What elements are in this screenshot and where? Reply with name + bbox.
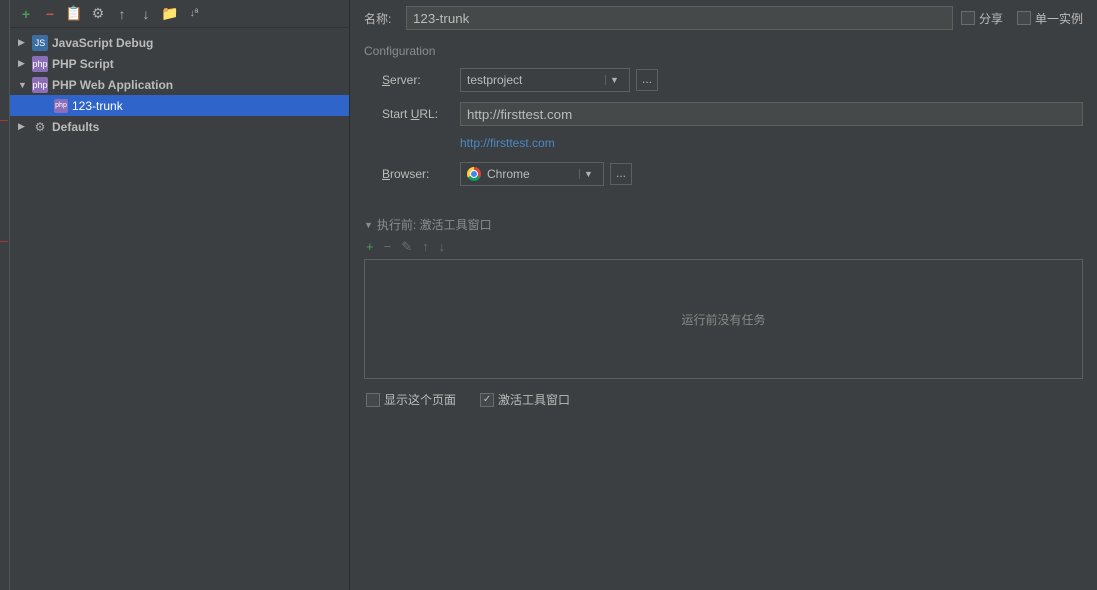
starturl-input[interactable] xyxy=(460,102,1083,126)
starturl-label: Start URL: xyxy=(382,107,460,121)
chevron-down-icon: ▼ xyxy=(605,75,623,85)
add-task-button[interactable]: + xyxy=(366,239,374,255)
collapse-arrow-icon: ▼ xyxy=(18,80,32,90)
share-checkbox[interactable]: 分享 xyxy=(961,10,1003,27)
before-launch-section: ▼ 执行前: 激活工具窗口 + − ✎ ↑ ↓ 运行前没有任务 显示这个页面 激… xyxy=(364,216,1083,408)
before-launch-header[interactable]: ▼ 执行前: 激活工具窗口 xyxy=(364,216,1083,233)
tree-item-js-debug[interactable]: ▶ JS JavaScript Debug xyxy=(10,32,349,53)
tree-toolbar: + − 📋 ⚙ ↑ ↓ 📁 ↓ª xyxy=(10,0,349,28)
config-editor-panel: 名称: 分享 单一实例 Configuration Server: testpr… xyxy=(350,0,1097,590)
sort-button[interactable]: ↓ª xyxy=(186,6,202,22)
tree-item-php-web-app[interactable]: ▼ php PHP Web Application xyxy=(10,74,349,95)
name-input[interactable] xyxy=(406,6,953,30)
gutter-mark xyxy=(0,120,8,121)
activate-window-label: 激活工具窗口 xyxy=(498,391,570,408)
settings-button[interactable]: ⚙ xyxy=(90,6,106,22)
show-page-label: 显示这个页面 xyxy=(384,391,456,408)
checkbox-icon xyxy=(1017,11,1031,25)
remove-config-button[interactable]: − xyxy=(42,6,58,22)
editor-gutter xyxy=(0,0,10,590)
browser-row: Browser: Chrome ▼ ... xyxy=(364,162,1083,186)
move-task-up-button[interactable]: ↑ xyxy=(422,239,429,255)
configuration-section-title: Configuration xyxy=(364,44,1083,58)
tree-item-php-script[interactable]: ▶ php PHP Script xyxy=(10,53,349,74)
gear-icon: ⚙ xyxy=(32,119,48,135)
tree-item-defaults[interactable]: ▶ ⚙ Defaults xyxy=(10,116,349,137)
tree-label: PHP Web Application xyxy=(52,78,173,92)
single-instance-checkbox[interactable]: 单一实例 xyxy=(1017,10,1083,27)
top-checks: 分享 单一实例 xyxy=(961,10,1083,27)
share-label: 分享 xyxy=(979,10,1003,27)
js-icon: JS xyxy=(32,35,48,51)
folder-button[interactable]: 📁 xyxy=(162,6,178,22)
browser-browse-button[interactable]: ... xyxy=(610,163,632,185)
name-row: 名称: 分享 单一实例 xyxy=(364,6,1083,30)
browser-select[interactable]: Chrome ▼ xyxy=(460,162,604,186)
php-icon: php xyxy=(54,99,68,113)
expand-arrow-icon: ▶ xyxy=(18,121,32,132)
tree-item-123-trunk[interactable]: php 123-trunk xyxy=(10,95,349,116)
show-page-checkbox[interactable]: 显示这个页面 xyxy=(366,391,456,408)
single-label: 单一实例 xyxy=(1035,10,1083,27)
checkbox-checked-icon xyxy=(480,393,494,407)
server-row: Server: testproject ▼ ... xyxy=(364,68,1083,92)
before-launch-title: 执行前: 激活工具窗口 xyxy=(377,216,492,233)
add-config-button[interactable]: + xyxy=(18,6,34,22)
expand-arrow-icon: ▶ xyxy=(18,58,32,69)
gutter-mark xyxy=(0,241,8,242)
server-label: Server: xyxy=(382,73,460,87)
edit-task-button[interactable]: ✎ xyxy=(401,239,412,255)
chrome-icon xyxy=(467,167,481,181)
move-up-button[interactable]: ↑ xyxy=(114,6,130,22)
move-task-down-button[interactable]: ↓ xyxy=(439,239,446,255)
empty-tasks-label: 运行前没有任务 xyxy=(681,311,765,328)
php-icon: php xyxy=(32,77,48,93)
copy-config-button[interactable]: 📋 xyxy=(66,6,82,22)
expand-arrow-icon: ▶ xyxy=(18,37,32,48)
tree-label: Defaults xyxy=(52,120,99,134)
server-select[interactable]: testproject ▼ xyxy=(460,68,630,92)
server-value: testproject xyxy=(467,73,522,87)
config-tree: ▶ JS JavaScript Debug ▶ php PHP Script ▼… xyxy=(10,28,349,590)
before-launch-list: 运行前没有任务 xyxy=(364,259,1083,379)
bottom-checks: 显示这个页面 激活工具窗口 xyxy=(364,391,1083,408)
before-launch-toolbar: + − ✎ ↑ ↓ xyxy=(364,233,1083,259)
name-label: 名称: xyxy=(364,10,398,27)
checkbox-icon xyxy=(366,393,380,407)
browser-label: Browser: xyxy=(382,167,460,181)
move-down-button[interactable]: ↓ xyxy=(138,6,154,22)
server-browse-button[interactable]: ... xyxy=(636,69,658,91)
activate-window-checkbox[interactable]: 激活工具窗口 xyxy=(480,391,570,408)
php-icon: php xyxy=(32,56,48,72)
chevron-down-icon: ▼ xyxy=(579,169,597,179)
tree-label: JavaScript Debug xyxy=(52,36,153,50)
tree-label: PHP Script xyxy=(52,57,114,71)
configurations-tree-panel: + − 📋 ⚙ ↑ ↓ 📁 ↓ª ▶ JS JavaScript Debug ▶… xyxy=(10,0,350,590)
resolved-url-link[interactable]: http://firsttest.com xyxy=(364,136,1083,150)
checkbox-icon xyxy=(961,11,975,25)
collapse-arrow-icon: ▼ xyxy=(364,220,373,230)
starturl-row: Start URL: xyxy=(364,102,1083,126)
browser-value: Chrome xyxy=(487,167,530,181)
remove-task-button[interactable]: − xyxy=(384,239,392,255)
tree-label: 123-trunk xyxy=(72,99,123,113)
